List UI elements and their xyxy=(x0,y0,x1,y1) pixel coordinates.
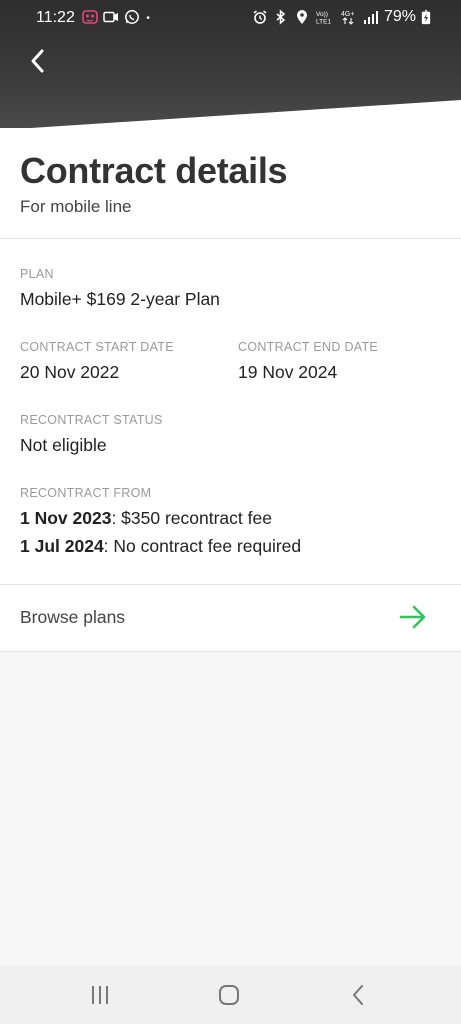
page-subtitle: For mobile line xyxy=(20,197,132,216)
recontract-status-value: Not eligible xyxy=(20,435,107,455)
contract-card: Contract details For mobile line PLAN Mo… xyxy=(0,128,461,652)
contract-start-label: CONTRACT START DATE xyxy=(20,340,174,354)
volte-icon: Vo)) LTE1 xyxy=(316,11,331,26)
svg-text:Vo)): Vo)) xyxy=(316,11,328,18)
divider xyxy=(0,238,461,239)
back-icon[interactable] xyxy=(345,982,373,1008)
svg-text:LTE1: LTE1 xyxy=(316,19,331,26)
notification-dot-icon xyxy=(146,16,150,19)
browse-plans-button[interactable]: Browse plans xyxy=(0,585,461,651)
recontract-from-item: 1 Nov 2023: $350 recontract fee xyxy=(20,508,272,529)
arrow-right-icon xyxy=(399,605,426,629)
video-message-icon xyxy=(103,11,118,23)
browse-plans-label: Browse plans xyxy=(20,607,126,627)
recontract-note: : No contract fee required xyxy=(103,536,302,556)
home-icon[interactable] xyxy=(215,982,243,1008)
contract-end-value: 19 Nov 2024 xyxy=(238,362,338,382)
plan-value: Mobile+ $169 2-year Plan xyxy=(20,289,220,309)
network-4g-icon: 4G+ xyxy=(341,11,354,25)
battery-percent: 79% xyxy=(383,8,416,25)
bluetooth-icon xyxy=(276,9,286,25)
alarm-icon xyxy=(253,10,267,24)
recontract-from-label: RECONTRACT FROM xyxy=(20,486,152,500)
recents-icon[interactable] xyxy=(86,982,114,1008)
recontract-from-item: 1 Jul 2024: No contract fee required xyxy=(20,536,301,557)
divider xyxy=(0,651,461,652)
screen: 11:22 Vo)) LTE1 4G+ 79% Contract details… xyxy=(0,0,461,1024)
status-bar: 11:22 Vo)) LTE1 4G+ 79% xyxy=(0,0,461,38)
back-button[interactable] xyxy=(24,46,54,76)
battery-charging-icon xyxy=(421,9,431,25)
status-notification-icons xyxy=(82,9,155,25)
location-icon xyxy=(296,10,307,24)
contract-end-label: CONTRACT END DATE xyxy=(238,340,379,354)
plan-label: PLAN xyxy=(20,267,54,281)
recontract-date: 1 Nov 2023 xyxy=(20,508,112,528)
contract-start-value: 20 Nov 2022 xyxy=(20,362,120,382)
recontract-date: 1 Jul 2024 xyxy=(20,536,104,556)
whatsapp-icon xyxy=(125,10,139,24)
signal-icon xyxy=(363,11,378,24)
status-time: 11:22 xyxy=(36,9,75,26)
recontract-note: : $350 recontract fee xyxy=(111,508,272,528)
status-system-icons: Vo)) LTE1 4G+ 79% xyxy=(252,8,431,26)
recontract-status-label: RECONTRACT STATUS xyxy=(20,413,163,427)
page-title: Contract details xyxy=(20,150,288,191)
panda-app-icon xyxy=(82,10,98,24)
svg-text:4G+: 4G+ xyxy=(341,11,354,18)
system-nav-bar xyxy=(0,966,461,1024)
